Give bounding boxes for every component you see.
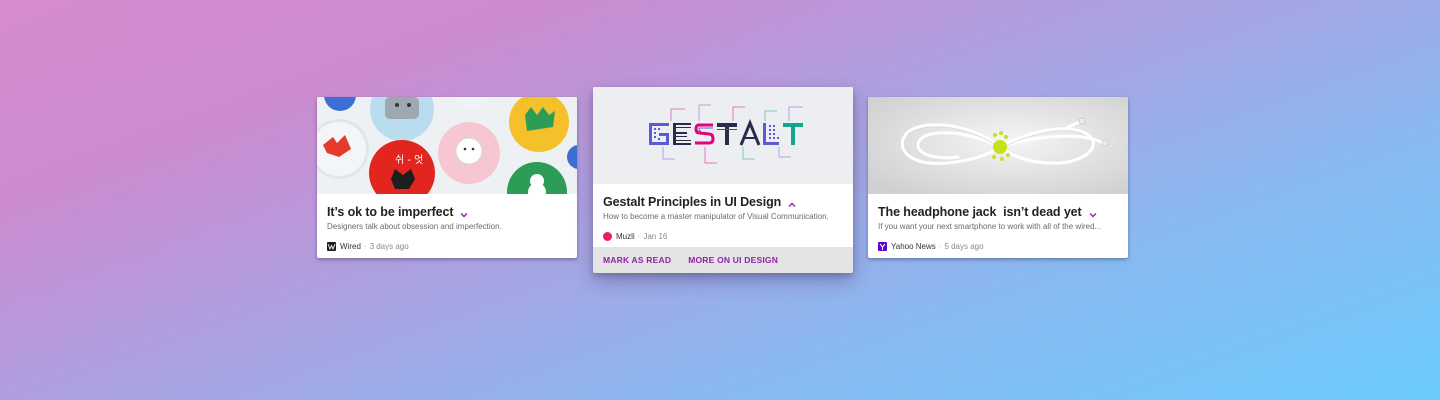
card-meta: Wired · 3 days ago <box>327 242 567 251</box>
article-card-imperfect[interactable]: 쉬 - 엇 It’s ok to be imperfect Designers … <box>317 97 577 258</box>
card-meta: Muzli · Jan 16 <box>603 232 843 241</box>
publish-date: Jan 16 <box>643 232 668 241</box>
card-meta: Yahoo News · 5 days ago <box>878 242 1118 251</box>
meta-separator: · <box>637 232 641 241</box>
meta-separator: · <box>938 242 942 251</box>
chevron-down-icon[interactable] <box>1088 207 1098 218</box>
gestalt-lettering-image <box>593 87 853 184</box>
mark-as-read-button[interactable]: MARK AS READ <box>603 255 671 265</box>
publish-date: 3 days ago <box>369 242 409 251</box>
more-on-topic-button[interactable]: MORE ON UI DESIGN <box>688 255 778 265</box>
card-title[interactable]: It’s ok to be imperfect <box>327 205 454 219</box>
meta-separator: · <box>363 242 367 251</box>
pin-badges-image: 쉬 - 엇 <box>317 97 577 194</box>
source-name[interactable]: Wired <box>340 242 361 251</box>
publish-date: 5 days ago <box>944 242 984 251</box>
source-name[interactable]: Muzli <box>616 232 635 241</box>
card-description: Designers talk about obsession and imper… <box>327 222 502 231</box>
article-card-gestalt[interactable]: Gestalt Principles in UI Design How to b… <box>593 87 853 273</box>
article-card-headphone-jack[interactable]: The headphone jack isn’t dead yet If you… <box>868 97 1128 258</box>
svg-text:쉬 - 엇: 쉬 - 엇 <box>395 154 423 166</box>
card-description: If you want your next smartphone to work… <box>878 222 1102 231</box>
headphone-cable-image <box>868 97 1128 194</box>
yahoo-logo-icon <box>878 242 887 251</box>
chevron-up-icon[interactable] <box>787 197 797 207</box>
card-title[interactable]: Gestalt Principles in UI Design <box>603 195 781 209</box>
card-description: How to become a master manipulator of Vi… <box>603 212 829 221</box>
card-title[interactable]: The headphone jack isn’t dead yet <box>878 205 1082 219</box>
card-actions-bar: MARK AS READ MORE ON UI DESIGN <box>593 247 853 273</box>
muzli-logo-icon <box>603 232 612 241</box>
chevron-down-icon[interactable] <box>459 207 469 218</box>
source-name[interactable]: Yahoo News <box>891 242 936 251</box>
wired-logo-icon <box>327 242 336 251</box>
